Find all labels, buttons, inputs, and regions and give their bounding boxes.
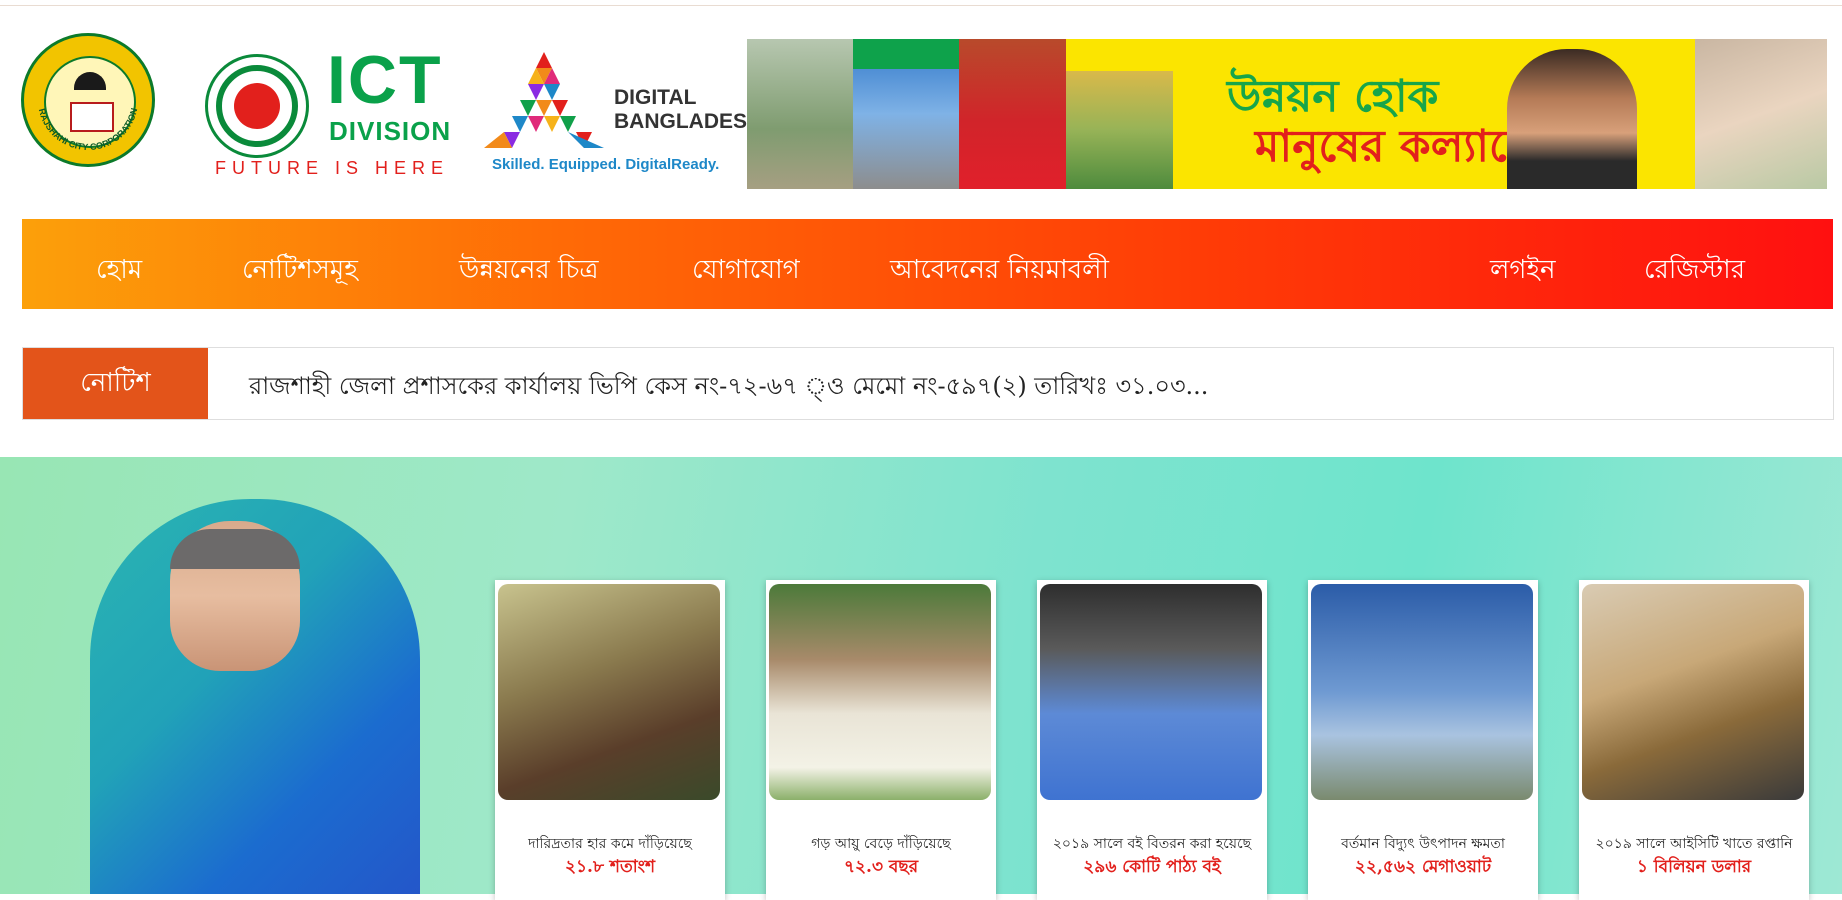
stat-card-electricity[interactable]: বর্তমান বিদ্যুৎ উৎপাদন ক্ষমতা ২২,৫৬২ মেগ… bbox=[1308, 580, 1538, 900]
stat-caption: ২০১৯ সালে বই বিতরন করা হয়েছে bbox=[1052, 836, 1252, 852]
site-header: RAJSHAHI CITY CORPORATION ICT DIVISION F… bbox=[0, 6, 1842, 210]
stat-card-textbooks[interactable]: ২০১৯ সালে বই বিতরন করা হয়েছে ২৯৬ কোটি প… bbox=[1037, 580, 1267, 900]
elderly-man-photo bbox=[769, 584, 991, 800]
banner-slogan-line2: মানুষের কল্যাণে bbox=[1255, 121, 1534, 172]
poverty-photo bbox=[498, 584, 720, 800]
stat-caption: ২০১৯ সালে আইসিটি খাতে রপ্তানি bbox=[1595, 836, 1793, 852]
computer-desk-photo bbox=[1582, 584, 1804, 800]
nav-login[interactable]: লগইন bbox=[1490, 249, 1555, 293]
stat-card-ict-export[interactable]: ২০১৯ সালে আইসিটি খাতে রপ্তানি ১ বিলিয়ন … bbox=[1579, 580, 1809, 900]
bangladesh-govt-seal-icon bbox=[205, 54, 309, 158]
digital-bangladesh-title: DIGITAL bbox=[614, 86, 697, 109]
power-tower-photo bbox=[1311, 584, 1533, 800]
prime-minister-portrait bbox=[20, 499, 460, 894]
banner-photo-buildings bbox=[747, 39, 853, 189]
ict-logo-tagline: FUTURE IS HERE bbox=[215, 158, 450, 178]
main-navigation: হোম নোটিশসমূহ উন্নয়নের চিত্র যোগাযোগ আব… bbox=[22, 219, 1833, 309]
notice-text-link[interactable]: রাজশাহী জেলা প্রশাসকের কার্যালয় ভিপি কে… bbox=[249, 368, 1208, 408]
stat-value: ২৯৬ কোটি পাঠ্য বই bbox=[1083, 857, 1221, 877]
banner-portrait-mayor bbox=[1507, 49, 1637, 189]
ict-logo-text: ICT bbox=[327, 42, 443, 118]
nav-application-rules[interactable]: আবেদনের নিয়মাবলী bbox=[890, 249, 1109, 293]
schoolgirls-photo bbox=[1040, 584, 1262, 800]
digital-bangladesh-logo[interactable]: DIGITAL BANGLADESH Skilled. Equipped. Di… bbox=[484, 52, 762, 182]
digital-bangladesh-triangle-icon bbox=[484, 52, 604, 148]
banner-photo-monument bbox=[1066, 71, 1173, 189]
digital-bangladesh-tagline: Skilled. Equipped. DigitalReady. bbox=[492, 156, 720, 173]
nav-register[interactable]: রেজিস্টার bbox=[1644, 249, 1745, 293]
stat-card-poverty[interactable]: দারিদ্রতার হার কমে দাঁড়িয়েছে ২১.৮ শতাং… bbox=[495, 580, 725, 900]
nav-notices[interactable]: নোটিশসমূহ bbox=[242, 249, 358, 293]
banner-portrait-leaders bbox=[1695, 39, 1827, 189]
ict-logo-division: DIVISION bbox=[329, 116, 452, 146]
rcc-logo-ring-text: RAJSHAHI CITY CORPORATION bbox=[37, 107, 139, 152]
stat-value: ১ বিলিয়ন ডলার bbox=[1636, 857, 1752, 877]
portrait-hair bbox=[170, 529, 300, 569]
svg-text:RAJSHAHI CITY CORPORATION: RAJSHAHI CITY CORPORATION bbox=[37, 107, 139, 152]
banner-green-block bbox=[853, 39, 959, 69]
seal-map bbox=[234, 83, 280, 129]
stat-caption: গড় আয়ু বেড়ে দাঁড়িয়েছে bbox=[811, 836, 951, 852]
stat-caption: দারিদ্রতার হার কমে দাঁড়িয়েছে bbox=[528, 836, 692, 852]
stat-card-life-expectancy[interactable]: গড় আয়ু বেড়ে দাঁড়িয়েছে ৭২.৩ বছর bbox=[766, 580, 996, 900]
stat-value: ২২,৫৬২ মেগাওয়াট bbox=[1354, 857, 1492, 877]
nav-development-pictures[interactable]: উন্নয়নের চিত্র bbox=[459, 249, 599, 293]
header-banner[interactable]: উন্নয়ন হোক মানুষের কল্যাণে bbox=[747, 39, 1827, 189]
banner-photo-palace bbox=[959, 39, 1066, 189]
banner-yellow-block bbox=[1066, 39, 1173, 71]
digital-bangladesh-subtitle: BANGLADESH bbox=[614, 110, 763, 133]
stat-value: ৭২.৩ বছর bbox=[843, 857, 919, 877]
stat-caption: বর্তমান বিদ্যুৎ উৎপাদন ক্ষমতা bbox=[1341, 836, 1505, 852]
ict-division-logo[interactable]: ICT DIVISION FUTURE IS HERE bbox=[205, 42, 455, 178]
notice-label: নোটিশ bbox=[23, 348, 208, 419]
stat-value: ২১.৮ শতাংশ bbox=[564, 857, 656, 877]
nav-contact[interactable]: যোগাযোগ bbox=[692, 249, 800, 293]
rajshahi-city-corporation-logo[interactable]: RAJSHAHI CITY CORPORATION bbox=[21, 33, 155, 167]
nav-home[interactable]: হোম bbox=[96, 249, 142, 293]
notice-ticker: নোটিশ রাজশাহী জেলা প্রশাসকের কার্যালয় ভ… bbox=[22, 347, 1834, 420]
